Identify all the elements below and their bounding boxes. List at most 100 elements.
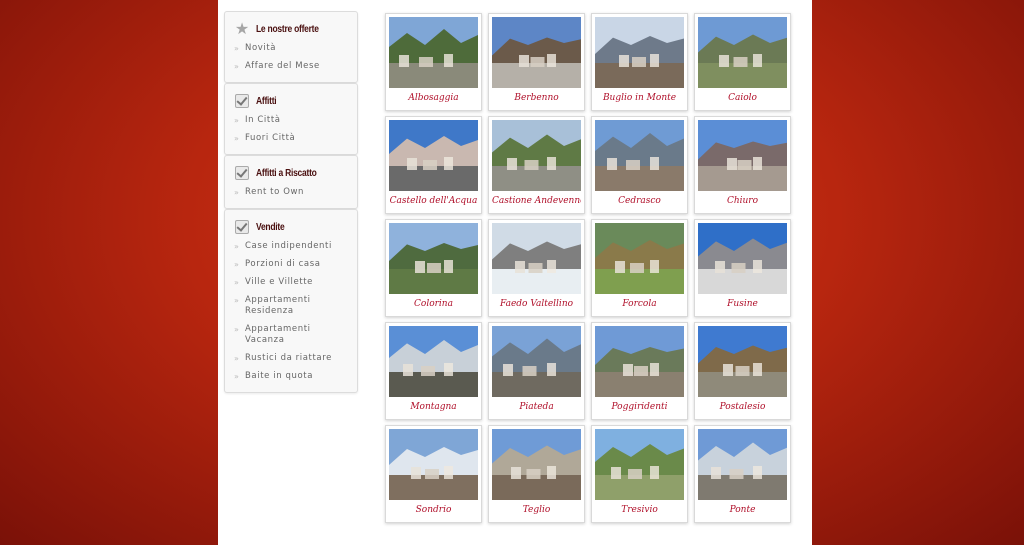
town-tile[interactable]: Caiolo [694, 13, 791, 111]
sidebar-section: ★ Le nostre offerte » Novità » Affare del Mes… [224, 11, 358, 83]
town-photo[interactable] [389, 326, 478, 397]
sidebar-section-header[interactable]: Affitti [234, 90, 351, 112]
sidebar-link[interactable]: » Appartamenti Residenza [234, 292, 351, 321]
sidebar-link-label: Appartamenti Residenza [245, 295, 311, 316]
town-tile[interactable]: Montagna [385, 322, 482, 420]
sidebar-link[interactable]: » Ville e Villette [234, 274, 351, 292]
town-photo[interactable] [389, 17, 478, 88]
sidebar-link[interactable]: » Novità [234, 40, 351, 58]
sidebar-link[interactable]: » Rustici da riattare [234, 350, 351, 368]
town-tile[interactable]: Berbenno [488, 13, 585, 111]
bullet-icon: » [234, 188, 240, 197]
town-name[interactable]: Albosaggia [389, 93, 478, 103]
town-photo[interactable] [389, 223, 478, 294]
sidebar-link-label: Rent to Own [245, 187, 305, 197]
town-name[interactable]: Castione Andevenno [492, 196, 581, 206]
town-name[interactable]: Montagna [389, 402, 478, 412]
town-tile[interactable]: Sondrio [385, 425, 482, 523]
town-name[interactable]: Forcola [595, 299, 684, 309]
town-tile[interactable]: Chiuro [694, 116, 791, 214]
bullet-icon: » [234, 296, 240, 305]
town-photo[interactable] [492, 223, 581, 294]
sidebar-section-header[interactable]: Affitti a Riscatto [234, 162, 351, 184]
star-icon: ★ [234, 19, 250, 38]
sidebar-link[interactable]: » In Città [234, 112, 351, 130]
town-photo[interactable] [492, 326, 581, 397]
town-name[interactable]: Tresivio [595, 505, 684, 515]
bullet-icon: » [234, 325, 240, 334]
town-tile[interactable]: Tresivio [591, 425, 688, 523]
town-tile[interactable]: Cedrasco [591, 116, 688, 214]
town-name[interactable]: Faedo Valtellino [492, 299, 581, 309]
town-name[interactable]: Caiolo [698, 93, 787, 103]
town-photo[interactable] [492, 429, 581, 500]
bullet-icon: » [234, 62, 240, 71]
town-tile[interactable]: Postalesio [694, 322, 791, 420]
sidebar-link-label: Ville e Villette [245, 277, 314, 287]
town-name[interactable]: Castello dell'Acqua [389, 196, 478, 206]
town-name[interactable]: Teglio [492, 505, 581, 515]
town-photo[interactable] [698, 120, 787, 191]
sidebar-section-header[interactable]: ★ Le nostre offerte [234, 18, 351, 40]
town-photo[interactable] [595, 223, 684, 294]
town-photo[interactable] [492, 120, 581, 191]
checkbox-icon [234, 93, 250, 109]
town-name[interactable]: Buglio in Monte [595, 93, 684, 103]
sidebar-section-title: Affitti a Riscatto [256, 167, 317, 179]
town-name[interactable]: Cedrasco [595, 196, 684, 206]
town-photo[interactable] [389, 120, 478, 191]
town-photo[interactable] [389, 429, 478, 500]
town-name[interactable]: Poggiridenti [595, 402, 684, 412]
sidebar-link-label: Rustici da riattare [245, 353, 332, 363]
sidebar-section: Affitti a Riscatto » Rent to Own [224, 155, 358, 209]
town-tile[interactable]: Castello dell'Acqua [385, 116, 482, 214]
sidebar-link[interactable]: » Case indipendenti [234, 238, 351, 256]
town-tile[interactable]: Ponte [694, 425, 791, 523]
town-name[interactable]: Postalesio [698, 402, 787, 412]
town-photo[interactable] [595, 120, 684, 191]
sidebar-section-title: Vendite [256, 221, 285, 233]
town-tile[interactable]: Teglio [488, 425, 585, 523]
town-name[interactable]: Fusine [698, 299, 787, 309]
town-photo[interactable] [595, 17, 684, 88]
town-photo[interactable] [698, 17, 787, 88]
sidebar-link-label: Affare del Mese [245, 61, 320, 71]
town-photo[interactable] [698, 429, 787, 500]
content-page: ★ Le nostre offerte » Novità » Affare del Mes… [218, 0, 812, 545]
town-tile[interactable]: Faedo Valtellino [488, 219, 585, 317]
town-name[interactable]: Piateda [492, 402, 581, 412]
sidebar-link[interactable]: » Fuori Città [234, 130, 351, 148]
town-tile[interactable]: Fusine [694, 219, 791, 317]
town-tile[interactable]: Buglio in Monte [591, 13, 688, 111]
sidebar-link[interactable]: » Appartamenti Vacanza [234, 321, 351, 350]
town-photo[interactable] [492, 17, 581, 88]
sidebar-link[interactable]: » Porzioni di casa [234, 256, 351, 274]
town-name[interactable]: Chiuro [698, 196, 787, 206]
bullet-icon: » [234, 134, 240, 143]
town-photo[interactable] [698, 326, 787, 397]
town-tile[interactable]: Albosaggia [385, 13, 482, 111]
town-tile[interactable]: Poggiridenti [591, 322, 688, 420]
town-photo[interactable] [595, 429, 684, 500]
sidebar-link[interactable]: » Affare del Mese [234, 58, 351, 76]
sidebar-section-header[interactable]: Vendite [234, 216, 351, 238]
town-tile[interactable]: Forcola [591, 219, 688, 317]
sidebar-section: Vendite » Case indipendenti » Porzioni di ca… [224, 209, 358, 393]
town-name[interactable]: Ponte [698, 505, 787, 515]
town-name[interactable]: Colorina [389, 299, 478, 309]
town-tile[interactable]: Colorina [385, 219, 482, 317]
town-tile[interactable]: Piateda [488, 322, 585, 420]
town-name[interactable]: Sondrio [389, 505, 478, 515]
town-photo[interactable] [698, 223, 787, 294]
sidebar-section-title: Le nostre offerte [256, 23, 319, 35]
bullet-icon: » [234, 44, 240, 53]
sidebar-link[interactable]: » Rent to Own [234, 184, 351, 202]
town-name[interactable]: Berbenno [492, 93, 581, 103]
town-tile[interactable]: Castione Andevenno [488, 116, 585, 214]
sidebar-link-label: In Città [245, 115, 281, 125]
town-photo[interactable] [595, 326, 684, 397]
sidebar-section-title: Affitti [256, 95, 277, 107]
sidebar-link[interactable]: » Baite in quota [234, 368, 351, 386]
bullet-icon: » [234, 260, 240, 269]
bullet-icon: » [234, 372, 240, 381]
